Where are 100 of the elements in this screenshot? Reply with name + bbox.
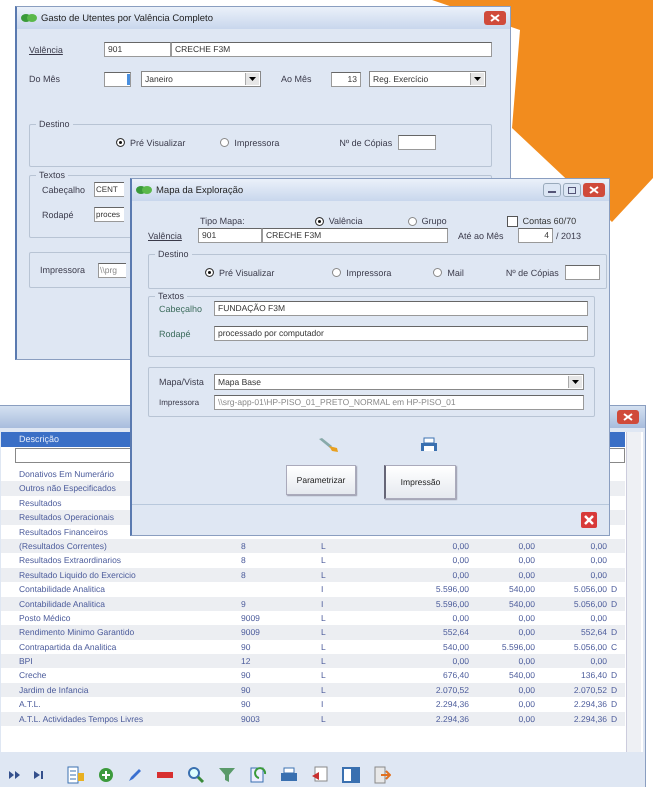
name-field[interactable]: CRECHE F3M xyxy=(171,42,492,57)
search-icon[interactable] xyxy=(187,766,205,784)
table-cell: 90 xyxy=(241,642,250,652)
caret-icon xyxy=(572,380,579,384)
printer-icon[interactable] xyxy=(280,767,298,783)
maximize-icon xyxy=(568,186,576,194)
table-cell-text: Resultados Extraordinarios xyxy=(19,554,122,568)
field-label: Tipo Mapa: xyxy=(200,216,245,226)
printer-icon[interactable] xyxy=(420,437,438,453)
table-cell-text: Donativos Em Numerário xyxy=(19,468,115,481)
table-cell: 5.056,00 xyxy=(574,584,607,594)
radio-button[interactable]: Impressora xyxy=(220,138,280,148)
field-label: Rodapé xyxy=(159,328,192,338)
checkbox[interactable]: Contas 60/70 xyxy=(506,216,576,226)
radio-button[interactable]: Impressora xyxy=(332,268,392,278)
columns-icon[interactable] xyxy=(67,766,85,784)
minus-icon[interactable] xyxy=(156,770,174,780)
header-field[interactable]: FUNDAÇÃO F3M xyxy=(214,301,588,316)
radio-button[interactable]: Pré Visualizar xyxy=(205,268,274,278)
printer-field[interactable]: \\srg-app-01\HP-PISO_01_PRETO_NORMAL em HP-PISO_01 xyxy=(214,395,584,410)
radio-button[interactable]: Valência xyxy=(314,216,363,226)
refresh-icon[interactable] xyxy=(249,766,267,784)
field-label: Do Mês xyxy=(29,74,62,84)
period-dropdown[interactable]: Reg. Exercício xyxy=(369,71,486,87)
table-cell: L xyxy=(321,642,326,652)
month-field[interactable]: 13 xyxy=(331,72,361,86)
close-button[interactable] xyxy=(583,183,605,197)
table-cell: L xyxy=(321,627,326,638)
panel-icon[interactable] xyxy=(342,767,360,783)
table-cell: 136,40 xyxy=(581,670,607,680)
table-cell: 2.294,36 xyxy=(436,699,469,710)
table-cell: 5.596,00 xyxy=(436,598,469,609)
code-field[interactable]: 901 xyxy=(198,228,262,243)
column-header[interactable]: Descrição xyxy=(1,432,131,447)
close-button[interactable] xyxy=(581,512,597,528)
export-icon[interactable] xyxy=(311,766,329,784)
month-dropdown[interactable]: Janeiro xyxy=(141,71,261,87)
code-field[interactable]: 901 xyxy=(104,42,171,57)
exit-icon[interactable] xyxy=(373,766,391,784)
table-cell: D xyxy=(611,699,618,710)
group-title: Textos xyxy=(157,291,186,301)
table-cell: 8 xyxy=(241,570,246,580)
table-cell: D xyxy=(611,627,618,638)
view-dropdown[interactable]: Mapa Base xyxy=(214,374,584,390)
minimize-button[interactable] xyxy=(543,183,561,197)
action-button[interactable]: Impressão xyxy=(384,465,456,499)
table-cell: 552,64 xyxy=(581,627,607,638)
next-icon[interactable] xyxy=(9,770,21,780)
table-cell: 9003 xyxy=(241,714,260,724)
field-label: Cabeçalho xyxy=(159,304,204,314)
table-cell: 0,00 xyxy=(590,540,607,551)
table-cell-text: Contrapartida da Analitica xyxy=(19,640,118,654)
table-cell: 0,00 xyxy=(518,540,535,551)
filter-icon[interactable] xyxy=(218,766,236,784)
radio-button[interactable]: Pré Visualizar xyxy=(116,138,186,148)
copies-field[interactable] xyxy=(398,135,436,150)
close-button[interactable] xyxy=(484,11,506,25)
close-icon xyxy=(490,14,500,22)
footer-field[interactable]: proces xyxy=(94,207,124,222)
table-cell: 2.070,52 xyxy=(574,684,607,695)
filter-field[interactable] xyxy=(609,448,625,463)
table-cell: 0,00 xyxy=(452,555,469,566)
table-cell: 0,00 xyxy=(518,612,535,623)
month-field[interactable]: 4 xyxy=(518,228,553,243)
copies-field[interactable] xyxy=(564,265,600,280)
table-cell: 9009 xyxy=(241,612,260,623)
table-cell: C xyxy=(611,642,618,652)
table-cell: 90 xyxy=(241,670,250,680)
table-cell: 5.056,00 xyxy=(574,642,607,652)
last-icon[interactable] xyxy=(34,770,44,780)
maximize-button[interactable] xyxy=(563,183,581,197)
action-button[interactable]: Parametrizar xyxy=(286,465,356,495)
radio-button[interactable]: Mail xyxy=(433,268,464,278)
name-field[interactable]: CRECHE F3M xyxy=(262,228,448,243)
table-cell-text: (Resultados Correntes) xyxy=(19,540,108,553)
radio-button[interactable]: Grupo xyxy=(408,216,447,226)
table-cell: D xyxy=(611,670,618,680)
table-cell-text: Posto Médico xyxy=(19,612,72,625)
field-label: Até ao Mês xyxy=(458,230,505,240)
month-field[interactable] xyxy=(104,72,131,86)
table-cell: 0,00 xyxy=(518,627,535,638)
table-cell-text: BPI xyxy=(19,655,34,668)
table-cell: L xyxy=(321,684,326,695)
scrollbar[interactable] xyxy=(626,432,641,752)
table-cell: I xyxy=(321,699,324,710)
pencil-icon[interactable] xyxy=(127,767,143,783)
close-button[interactable] xyxy=(617,410,639,424)
table-cell: 552,64 xyxy=(443,627,469,638)
add-icon[interactable] xyxy=(98,767,114,783)
table-cell-text: Contabilidade Analitica xyxy=(19,598,106,611)
printer-field[interactable]: \\prg xyxy=(98,262,126,278)
field-label: Cabeçalho xyxy=(42,184,86,194)
filter-field[interactable] xyxy=(15,448,130,463)
group-title: Destino xyxy=(157,249,190,259)
footer-field[interactable]: processado por computador xyxy=(214,326,588,341)
table-cell-text: Resultados xyxy=(19,496,63,510)
year-label: / 2013 xyxy=(556,230,582,240)
header-field[interactable]: CENT xyxy=(94,182,124,197)
table-cell: L xyxy=(321,540,326,551)
table-cell: L xyxy=(321,670,326,680)
